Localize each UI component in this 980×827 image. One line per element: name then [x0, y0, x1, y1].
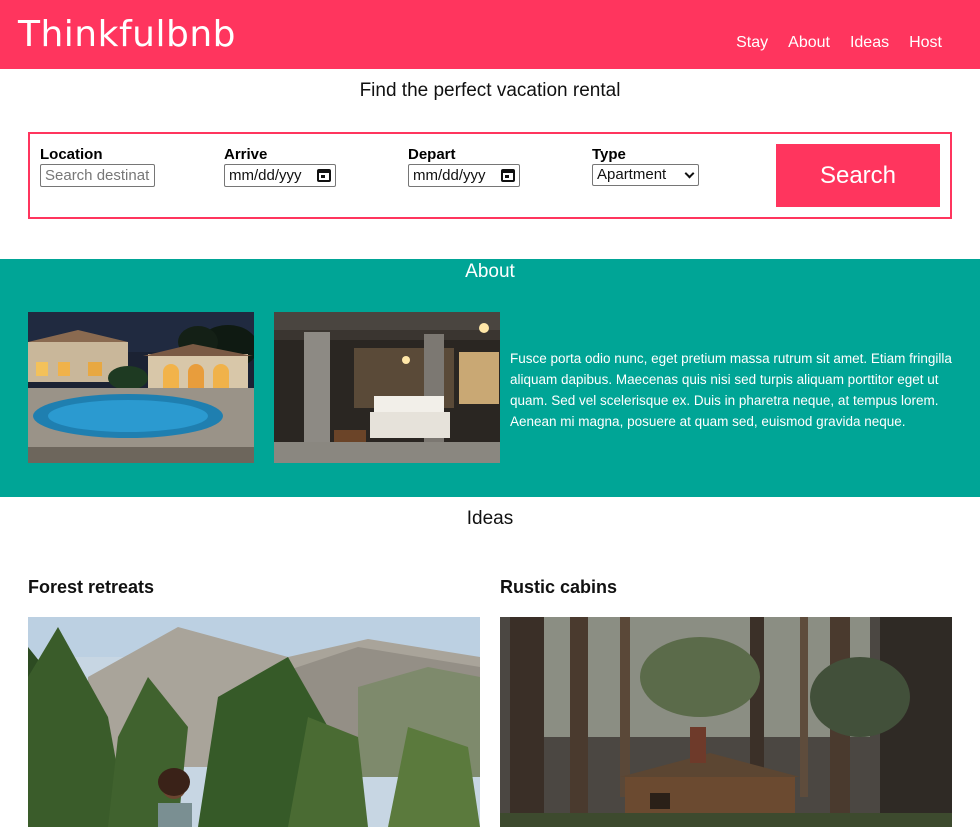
main-nav: Stay About Ideas Host [736, 34, 942, 52]
about-description: Fusce porta odio nunc, eget pretium mass… [510, 351, 952, 429]
loft-bedroom-image [274, 312, 500, 463]
location-field: Location Search destinat [40, 146, 155, 187]
arrive-date-value: mm/dd/yyy [229, 167, 302, 184]
rustic-cabin-image [500, 617, 952, 827]
about-heading: About [465, 261, 515, 282]
chevron-down-icon [684, 168, 695, 179]
type-field: Type Apartment [592, 146, 699, 186]
idea-heading-forest: Forest retreats [28, 577, 155, 597]
location-label: Location [40, 146, 103, 163]
brand-logo[interactable]: Thinkfulbnb [18, 14, 236, 55]
nav-link-host[interactable]: Host [909, 34, 942, 52]
search-button[interactable]: Search [776, 144, 940, 207]
depart-label: Depart [408, 146, 456, 163]
search-heading: Find the perfect vacation rental [359, 80, 621, 101]
calendar-icon[interactable] [317, 169, 331, 182]
nav-link-ideas[interactable]: Ideas [850, 34, 889, 52]
type-select-value: Apartment [597, 166, 667, 183]
depart-field: Depart mm/dd/yyy [408, 146, 520, 187]
nav-link-about[interactable]: About [788, 34, 830, 52]
depart-date-value: mm/dd/yyy [413, 167, 486, 184]
location-input[interactable]: Search destinat [40, 164, 155, 187]
idea-heading-cabins: Rustic cabins [500, 577, 618, 597]
pool-villa-image [28, 312, 254, 463]
forest-retreat-image [28, 617, 480, 827]
type-label: Type [592, 146, 626, 163]
calendar-icon[interactable] [501, 169, 515, 182]
depart-date-input[interactable]: mm/dd/yyy [408, 164, 520, 187]
ideas-heading: Ideas [466, 508, 514, 529]
site-header: Thinkfulbnb Stay About Ideas Host [0, 0, 980, 69]
arrive-date-input[interactable]: mm/dd/yyy [224, 164, 336, 187]
nav-link-stay[interactable]: Stay [736, 34, 768, 52]
about-section: About Fusce porta odio nunc, eget pretiu… [0, 259, 980, 497]
search-form: Location Search destinat Arrive mm/dd/yy… [28, 132, 952, 219]
arrive-label: Arrive [224, 146, 268, 163]
type-select[interactable]: Apartment [592, 164, 699, 186]
arrive-field: Arrive mm/dd/yyy [224, 146, 336, 187]
